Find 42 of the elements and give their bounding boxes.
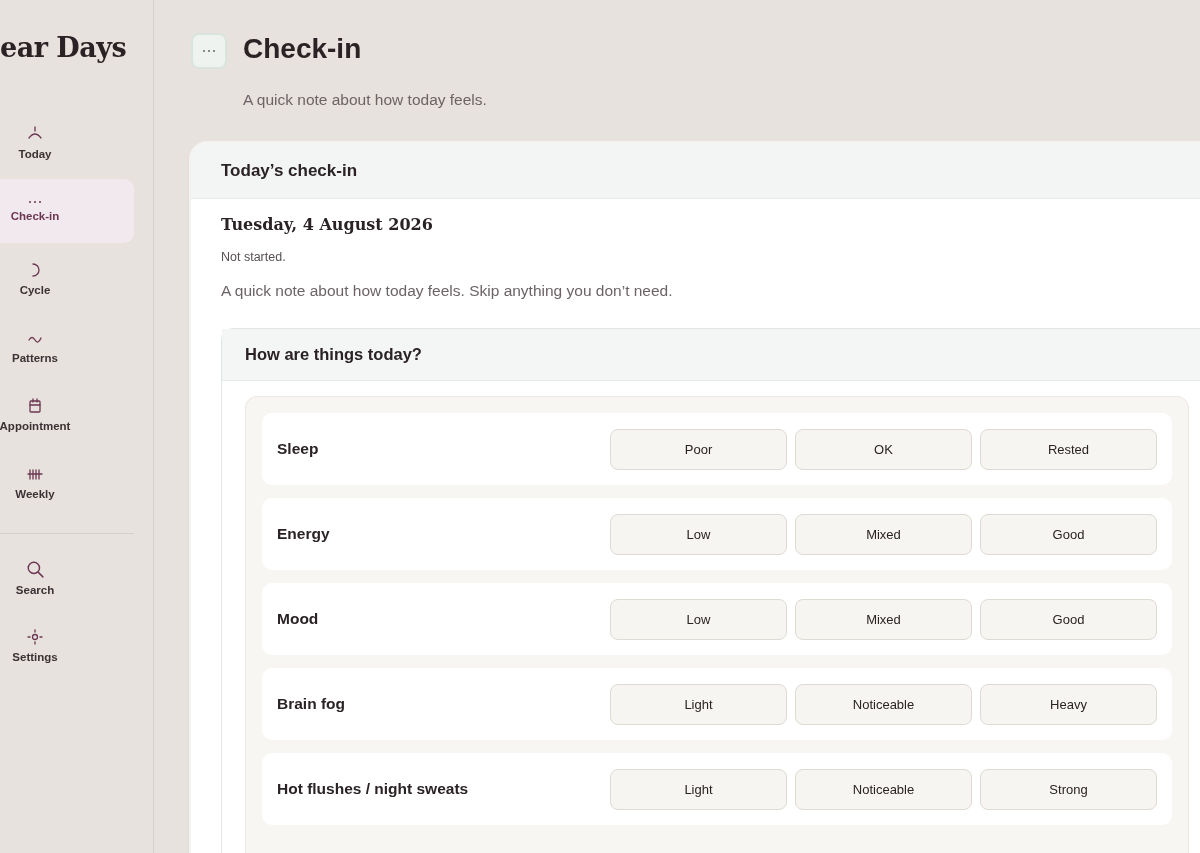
page-title: Check-in <box>243 33 362 65</box>
page-subtitle: A quick note about how today feels. <box>243 91 488 109</box>
menu-button[interactable] <box>191 33 227 69</box>
search-icon <box>26 560 44 578</box>
nav-item[interactable]: Check-in <box>0 179 134 243</box>
question-label: Mood <box>277 610 320 628</box>
nav-item[interactable]: Cycle <box>0 247 134 311</box>
sun-icon <box>27 629 43 645</box>
question-label: Sleep <box>277 440 320 458</box>
nav-item[interactable]: Weekly <box>0 451 134 515</box>
option-button[interactable]: Noticeable <box>795 683 972 725</box>
question-label: Brain fog <box>277 695 347 713</box>
option-button[interactable]: Light <box>610 768 787 810</box>
option-button[interactable]: Mixed <box>795 598 972 640</box>
option-button[interactable]: Poor <box>610 428 787 470</box>
nav-item[interactable]: Appointment <box>0 383 134 447</box>
card-title: Today’s check-in <box>191 143 1200 199</box>
dots-icon <box>28 200 42 204</box>
nav-item[interactable]: Settings <box>0 614 134 678</box>
dots-icon <box>202 49 216 53</box>
intro-text: A quick note about how today feels. Skip anything you don’t need. <box>221 282 674 300</box>
nav-item[interactable]: Patterns <box>0 315 134 379</box>
option-button[interactable]: Mixed <box>795 513 972 555</box>
nav-item[interactable]: Today <box>0 111 134 175</box>
option-button[interactable]: Good <box>980 598 1157 640</box>
question-label: Energy <box>277 525 331 543</box>
option-button[interactable]: Low <box>610 598 787 640</box>
date-heading: Tuesday, 4 August 2026 <box>221 215 434 234</box>
option-button[interactable]: Noticeable <box>795 768 972 810</box>
section-title: How are things today? <box>222 329 1200 381</box>
option-button[interactable]: Light <box>610 683 787 725</box>
option-button[interactable]: OK <box>795 428 972 470</box>
option-button[interactable]: Rested <box>980 428 1157 470</box>
calendar-icon <box>27 398 43 414</box>
option-button[interactable]: Strong <box>980 768 1157 810</box>
status-text: Not started. <box>221 250 287 264</box>
brand-title: ear Days <box>0 32 127 63</box>
nav-item[interactable]: Search <box>0 546 134 610</box>
option-button[interactable]: Low <box>610 513 787 555</box>
option-button[interactable]: Heavy <box>980 683 1157 725</box>
question-label: Hot flushes / night sweats <box>277 780 470 798</box>
option-button[interactable]: Good <box>980 513 1157 555</box>
